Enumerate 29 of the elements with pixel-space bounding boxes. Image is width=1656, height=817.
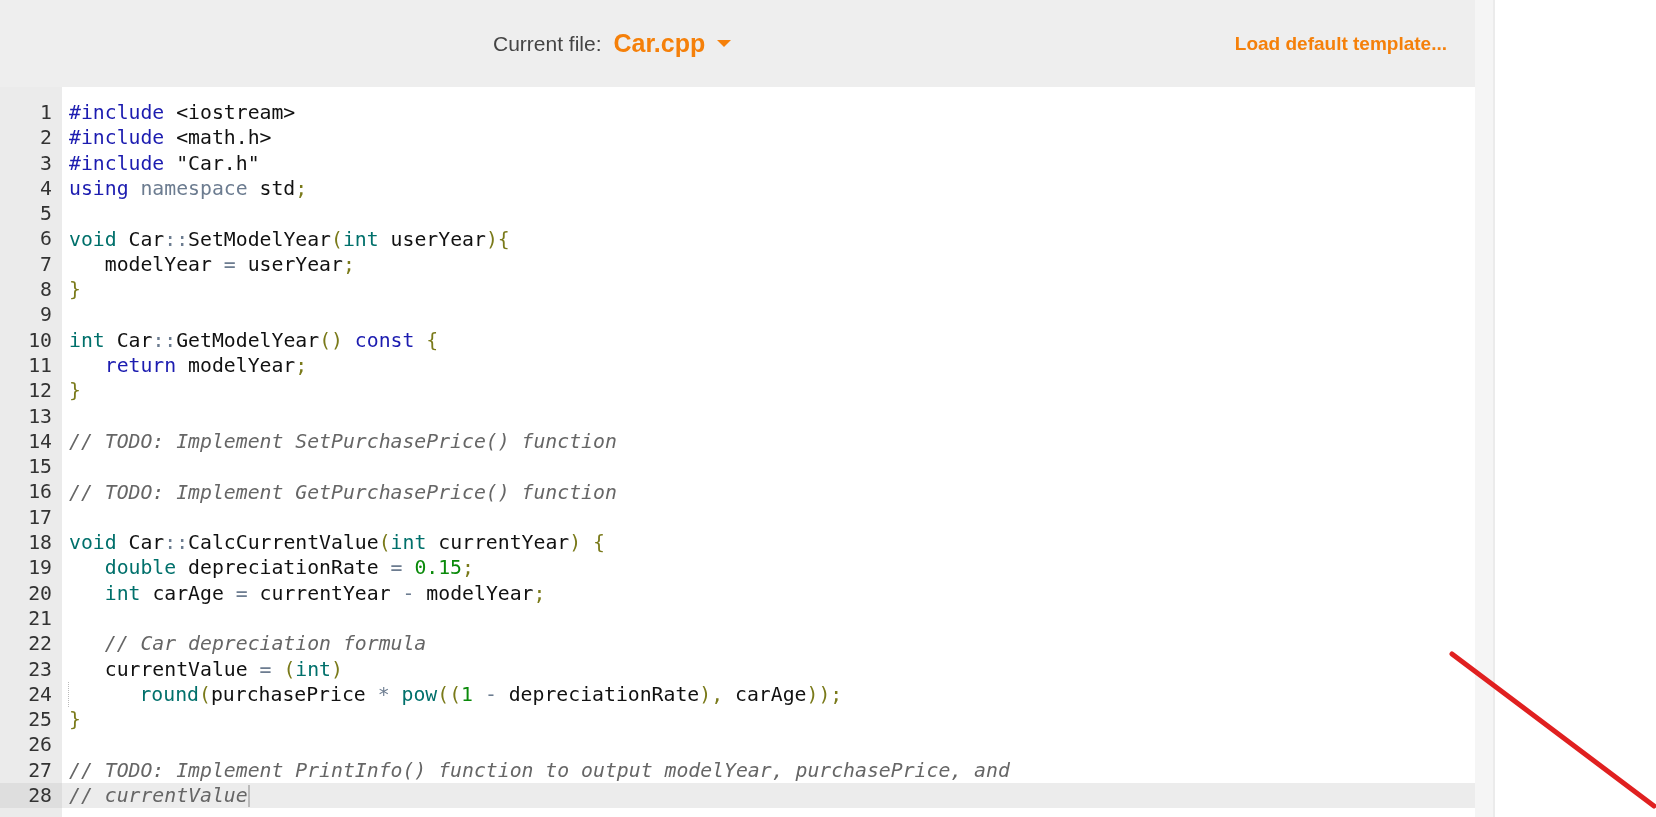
code-line: // TODO: Implement SetPurchasePrice() function: [68, 429, 617, 455]
code-line: #include "Car.h": [68, 150, 260, 176]
code-line: void Car::SetModelYear(int userYear){: [68, 226, 510, 252]
code-line: int carAge = currentYear - modelYear;: [103, 580, 546, 606]
code-line: }: [68, 707, 81, 733]
code-line: #include <iostream>: [68, 100, 296, 126]
file-dropdown[interactable]: Car.cpp: [613, 29, 732, 58]
code-line: // TODO: Implement GetPurchasePrice() function: [68, 479, 617, 505]
text-cursor: [247, 784, 250, 807]
scrollbar-track[interactable]: [1475, 0, 1495, 817]
code-line: }: [68, 277, 81, 303]
code-editor[interactable]: [0, 87, 1475, 817]
code-line: round(purchasePrice * pow((1 - depreciationRate), carAge));: [62, 681, 843, 708]
code-line: // Car depreciation formula: [103, 631, 427, 657]
code-line: modelYear = userYear;: [103, 251, 355, 278]
code-line: }: [68, 378, 81, 404]
code-line: void Car::CalcCurrentValue(int currentYear) {: [68, 530, 605, 556]
code-line: #include <math.h>: [68, 125, 272, 151]
caret-icon: [717, 40, 732, 47]
load-template-link[interactable]: Load default template...: [1234, 32, 1447, 55]
code-line: return modelYear;: [103, 353, 308, 379]
code-line: // currentValue: [68, 783, 250, 809]
current-file-label: Current file:: [493, 31, 602, 56]
code-line: // TODO: Implement PrintInfo() function to output modelYear, purchasePrice, and: [68, 757, 1010, 783]
code-line: int Car::GetModelYear() const {: [68, 327, 439, 353]
code-line: double depreciationRate = 0.15;: [103, 555, 474, 581]
code-line: currentValue = (int): [103, 656, 343, 682]
line-number: 28: [0, 783, 62, 809]
code-line: using namespace std;: [68, 176, 308, 202]
